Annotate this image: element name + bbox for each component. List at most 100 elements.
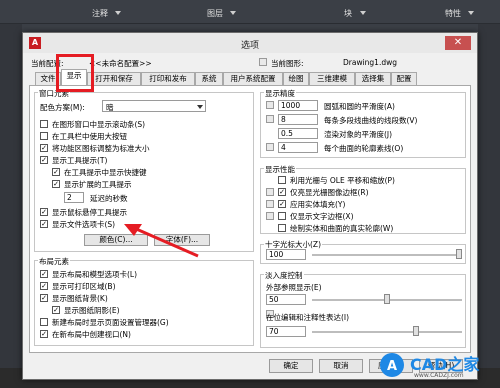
checkbox-scrollbars[interactable] [40, 120, 48, 128]
current-drawing-value: Drawing1.dwg [343, 58, 397, 67]
checkbox-layout-tabs[interactable] [40, 270, 48, 278]
checkbox-ribbon-icons-label: 将功能区图标调整为标准大小 [52, 144, 150, 153]
checkbox-large-buttons-label: 在工具栏中使用大按钮 [52, 132, 127, 141]
tab-plot-publish[interactable]: 打印和发布 [141, 72, 195, 85]
arc-smoothness-input[interactable]: 1000 [278, 100, 318, 111]
polyline-segments-input[interactable]: 8 [278, 114, 318, 125]
inplace-slider-track[interactable] [312, 331, 462, 333]
checkbox-raster-ole-label: 利用光栅与 OLE 平移和缩放(P) [290, 176, 395, 185]
inplace-edit-input[interactable]: 70 [266, 326, 306, 337]
rendered-smoothness-input[interactable]: 0.5 [278, 128, 318, 139]
watermark-url: www.CADZJ.com [414, 372, 464, 379]
tab-3d-modeling[interactable]: 三维建模 [309, 72, 355, 85]
tab-drafting[interactable]: 绘图 [283, 72, 309, 85]
current-profile-value: <<未命名配置>> [89, 59, 152, 68]
checkbox-true-silhouettes[interactable] [278, 224, 286, 232]
checkbox-file-tabs-label: 显示文件选项卡(S) [52, 220, 116, 229]
checkbox-page-setup-manager[interactable] [40, 318, 48, 326]
checkbox-text-frame[interactable] [278, 212, 286, 220]
color-scheme-select[interactable]: 暗 [102, 100, 206, 112]
ribbon-bar: 注释 图层 块 特性 [0, 0, 500, 24]
chevron-down-icon [468, 11, 474, 15]
cancel-button[interactable]: 取消 [319, 359, 363, 373]
checkbox-scrollbars-label: 在图形窗口中显示滚动条(S) [52, 120, 146, 129]
contour-lines-input[interactable]: 4 [278, 142, 318, 153]
ok-button[interactable]: 确定 [269, 359, 313, 373]
checkbox-create-viewport[interactable] [40, 330, 48, 338]
checkbox-extended-tooltips-label: 显示扩展的工具提示 [64, 180, 132, 189]
inplace-edit-label: 在位编辑和注释性表达(I) [266, 313, 350, 322]
checkbox-solid-fill[interactable] [278, 200, 286, 208]
checkbox-large-buttons[interactable] [40, 132, 48, 140]
polyline-segments-label: 每条多段线曲线的线段数(V) [324, 116, 418, 125]
checkbox-text-frame-label: 仅显示文字边框(X) [290, 212, 354, 221]
crosshair-slider-thumb[interactable] [456, 249, 462, 259]
ribbon-block[interactable]: 块 [344, 8, 352, 19]
contour-lines-label: 每个曲面的轮廓素线(O) [324, 144, 404, 153]
tab-selection[interactable]: 选择集 [355, 72, 391, 85]
checkbox-raster-frame-label: 仅亮显光栅图像边框(R) [290, 188, 369, 197]
delay-seconds-input[interactable]: 2 [64, 192, 84, 203]
color-scheme-label: 配色方案(M): [40, 103, 85, 112]
chevron-down-icon [230, 11, 236, 15]
checkbox-raster-ole[interactable] [278, 176, 286, 184]
ribbon-layers[interactable]: 图层 [207, 8, 223, 19]
display-tab-panel: 窗口元素 配色方案(M): 暗 在图形窗口中显示滚动条(S) 在工具栏中使用大按… [29, 85, 471, 353]
watermark-logo: A [380, 353, 404, 377]
chevron-down-icon [360, 11, 366, 15]
checkbox-ribbon-icons[interactable] [40, 144, 48, 152]
chevron-down-icon [115, 11, 121, 15]
checkbox-paper-background[interactable] [40, 294, 48, 302]
dialog-title: 选项 [240, 41, 259, 51]
tab-highlight-box [56, 54, 94, 92]
drawing-setting-icon [266, 143, 274, 151]
dialog-titlebar: A 选项 ✕ [23, 33, 477, 53]
tab-profiles[interactable]: 配置 [391, 72, 417, 85]
fade-control-title: 淡入度控制 [264, 270, 304, 281]
drawing-setting-icon [266, 200, 274, 208]
checkbox-page-setup-manager-label: 新建布局时显示页面设置管理器(G) [52, 318, 169, 327]
checkbox-rollover-tooltips[interactable] [40, 208, 48, 216]
crosshair-size-input[interactable]: 100 [266, 249, 306, 260]
checkbox-solid-fill-label: 应用实体填充(Y) [290, 200, 346, 209]
left-toolbar [0, 24, 22, 388]
checkbox-shortcut-keys[interactable] [52, 168, 60, 176]
annotation-arrow [124, 224, 199, 258]
watermark: A CAD之家 www.CADZJ.com [378, 349, 498, 383]
color-scheme-value: 暗 [106, 103, 114, 112]
checkbox-printable-area[interactable] [40, 282, 48, 290]
xref-display-input[interactable]: 50 [266, 294, 306, 305]
ribbon-properties[interactable]: 特性 [445, 8, 461, 19]
drawing-icon [259, 58, 267, 66]
checkbox-raster-frame[interactable] [278, 188, 286, 196]
checkbox-paper-background-label: 显示图纸背景(K) [52, 294, 108, 303]
right-toolbar [478, 24, 500, 388]
checkbox-extended-tooltips[interactable] [52, 180, 60, 188]
xref-slider-thumb[interactable] [384, 294, 390, 304]
arc-smoothness-label: 圆弧和圆的平滑度(A) [324, 102, 395, 111]
checkbox-tooltips-label: 显示工具提示(T) [52, 156, 108, 165]
inplace-slider-thumb[interactable] [412, 326, 419, 336]
drawing-setting-icon [266, 212, 274, 220]
checkbox-paper-shadow[interactable] [52, 306, 60, 314]
checkbox-layout-tabs-label: 显示布局和模型选项卡(L) [52, 270, 138, 279]
tab-open-save[interactable]: 打开和保存 [87, 72, 141, 85]
checkbox-true-silhouettes-label: 绘制实体和曲面的真实轮廓(W) [290, 224, 394, 233]
close-button[interactable]: ✕ [445, 36, 471, 50]
ribbon-annotate[interactable]: 注释 [92, 8, 108, 19]
xref-display-label: 外部参照显示(E) [266, 283, 322, 292]
checkbox-printable-area-label: 显示可打印区域(B) [52, 282, 116, 291]
tab-user-preferences[interactable]: 用户系统配置 [223, 72, 283, 85]
crosshair-slider-track[interactable] [312, 254, 462, 256]
rendered-smoothness-label: 渲染对象的平滑度(J) [324, 130, 393, 139]
checkbox-create-viewport-label: 在新布局中创建视口(N) [52, 330, 131, 339]
checkbox-tooltips[interactable] [40, 156, 48, 164]
drawing-setting-icon [266, 188, 274, 196]
tab-system[interactable]: 系统 [195, 72, 223, 85]
current-drawing-label: 当前图形: [271, 59, 304, 68]
watermark-logo-letter: A [387, 359, 397, 374]
checkbox-rollover-tooltips-label: 显示鼠标悬停工具提示 [52, 208, 127, 217]
arrow-shaft [133, 226, 199, 258]
layout-elements-title: 布局元素 [38, 256, 70, 267]
checkbox-file-tabs[interactable] [40, 220, 48, 228]
